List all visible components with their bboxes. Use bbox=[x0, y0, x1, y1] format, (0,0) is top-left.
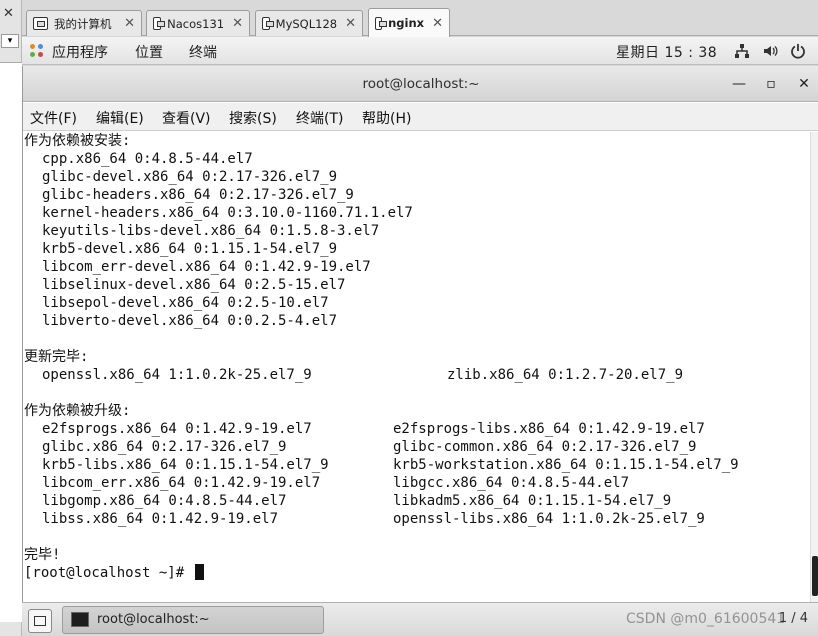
dep-upgraded-header: 作为依赖被升级: bbox=[24, 403, 131, 419]
output-line: cpp.x86_64 0:4.8.5-44.el7 bbox=[42, 151, 253, 167]
volume-icon[interactable] bbox=[762, 43, 778, 59]
vm-icon bbox=[375, 16, 388, 30]
terminal-output[interactable]: 作为依赖被安装: cpp.x86_64 0:4.8.5-44.el7 glibc… bbox=[23, 132, 811, 602]
menu-search[interactable]: 搜索(S) bbox=[229, 108, 277, 128]
vm-icon bbox=[262, 17, 274, 30]
tab-nginx[interactable]: nginx ✕ bbox=[368, 8, 450, 37]
output-line: openssl.x86_64 1:1.0.2k-25.el7_9 bbox=[42, 367, 312, 383]
output-line: glibc-common.x86_64 0:2.17-326.el7_9 bbox=[393, 439, 697, 455]
power-icon[interactable] bbox=[790, 43, 806, 59]
output-line: libverto-devel.x86_64 0:0.2.5-4.el7 bbox=[42, 313, 338, 329]
screen: ✕ ▾ 我的计算机 ✕ Nacos131 ✕ MySQL128 ✕ nginx … bbox=[0, 0, 818, 636]
taskbar-item-label: root@localhost:~ bbox=[97, 612, 210, 627]
host-side-panel bbox=[0, 62, 22, 622]
terminal-icon bbox=[71, 612, 89, 627]
vm-icon bbox=[153, 17, 166, 30]
applications-icon bbox=[30, 44, 44, 58]
output-line: e2fsprogs-libs.x86_64 0:1.42.9-19.el7 bbox=[393, 421, 705, 437]
applications-menu[interactable]: 应用程序 bbox=[52, 42, 108, 62]
window-title: root@localhost:~ bbox=[362, 76, 480, 92]
shell-prompt-line[interactable]: [root@localhost ~]# bbox=[24, 564, 204, 582]
tab-nacos131[interactable]: Nacos131 ✕ bbox=[146, 10, 250, 36]
show-desktop-icon[interactable] bbox=[28, 609, 52, 633]
terminal-scrollbar[interactable] bbox=[810, 132, 818, 602]
tab-mysql128[interactable]: MySQL128 ✕ bbox=[255, 10, 363, 36]
tab-my-computer[interactable]: 我的计算机 ✕ bbox=[26, 10, 142, 36]
menu-view[interactable]: 查看(V) bbox=[162, 108, 211, 128]
host-tab-strip: 我的计算机 ✕ Nacos131 ✕ MySQL128 ✕ nginx ✕ bbox=[22, 0, 818, 37]
gnome-top-bar: 应用程序 位置 终端 星期日 15 : 38 bbox=[22, 37, 818, 65]
computer-icon bbox=[33, 17, 48, 30]
terminal-menubar: 文件(F) 编辑(E) 查看(V) 搜索(S) 终端(T) 帮助(H) bbox=[23, 103, 818, 131]
clock[interactable]: 星期日 15 : 38 bbox=[616, 42, 717, 62]
menu-edit[interactable]: 编辑(E) bbox=[96, 108, 144, 128]
output-line: glibc.x86_64 0:2.17-326.el7_9 bbox=[42, 439, 287, 455]
workspace-pager[interactable]: 1 / 4 bbox=[779, 611, 808, 626]
output-line: krb5-devel.x86_64 0:1.15.1-54.el7_9 bbox=[42, 241, 338, 257]
output-line: libkadm5.x86_64 0:1.15.1-54.el7_9 bbox=[393, 493, 672, 509]
taskbar-terminal-item[interactable]: root@localhost:~ bbox=[62, 606, 324, 634]
watermark: CSDN @m0_61600541 bbox=[626, 611, 786, 627]
output-line: openssl-libs.x86_64 1:1.0.2k-25.el7_9 bbox=[393, 511, 705, 527]
window-titlebar[interactable]: root@localhost:~ — ▫ ✕ bbox=[23, 66, 818, 102]
host-dropdown-arrow-icon[interactable]: ▾ bbox=[1, 34, 19, 48]
output-line: libss.x86_64 0:1.42.9-19.el7 bbox=[42, 511, 279, 527]
tab-close-icon[interactable]: ✕ bbox=[345, 16, 356, 31]
output-line: libgomp.x86_64 0:4.8.5-44.el7 bbox=[42, 493, 287, 509]
close-button[interactable]: ✕ bbox=[793, 73, 815, 95]
output-line: libcom_err.x86_64 0:1.42.9-19.el7 bbox=[42, 475, 321, 491]
dep-installed-header: 作为依赖被安装: bbox=[24, 133, 131, 149]
output-line: krb5-libs.x86_64 0:1.15.1-54.el7_9 bbox=[42, 457, 329, 473]
output-line: libcom_err-devel.x86_64 0:1.42.9-19.el7 bbox=[42, 259, 371, 275]
output-line: zlib.x86_64 0:1.2.7-20.el7_9 bbox=[447, 367, 684, 383]
minimize-button[interactable]: — bbox=[728, 73, 750, 95]
output-line: krb5-workstation.x86_64 0:1.15.1-54.el7_… bbox=[393, 457, 739, 473]
tab-close-icon[interactable]: ✕ bbox=[124, 16, 135, 31]
updated-header: 更新完毕: bbox=[24, 349, 89, 365]
terminal-app-menu[interactable]: 终端 bbox=[189, 42, 217, 62]
menu-file[interactable]: 文件(F) bbox=[30, 108, 77, 128]
host-close-icon[interactable]: ✕ bbox=[3, 6, 14, 21]
bottom-taskbar: root@localhost:~ CSDN @m0_61600541 1 / 4 bbox=[22, 602, 818, 636]
places-menu[interactable]: 位置 bbox=[135, 42, 163, 62]
menu-help[interactable]: 帮助(H) bbox=[362, 108, 411, 128]
maximize-button[interactable]: ▫ bbox=[760, 73, 782, 95]
terminal-window: root@localhost:~ — ▫ ✕ 文件(F) 编辑(E) 查看(V)… bbox=[22, 66, 818, 602]
host-sidebar: ✕ ▾ bbox=[0, 0, 22, 636]
output-line: keyutils-libs-devel.x86_64 0:1.5.8-3.el7 bbox=[42, 223, 380, 239]
output-line: kernel-headers.x86_64 0:3.10.0-1160.71.1… bbox=[42, 205, 413, 221]
output-line: glibc-devel.x86_64 0:2.17-326.el7_9 bbox=[42, 169, 338, 185]
complete-message: 完毕! bbox=[24, 547, 61, 563]
tab-close-icon[interactable]: ✕ bbox=[232, 16, 243, 31]
output-line: libsepol-devel.x86_64 0:2.5-10.el7 bbox=[42, 295, 329, 311]
network-icon[interactable] bbox=[734, 43, 750, 59]
text-cursor bbox=[194, 564, 204, 580]
output-line: libgcc.x86_64 0:4.8.5-44.el7 bbox=[393, 475, 630, 491]
menu-terminal[interactable]: 终端(T) bbox=[296, 108, 343, 128]
tab-close-icon[interactable]: ✕ bbox=[432, 16, 443, 31]
shell-prompt: [root@localhost ~]# bbox=[24, 565, 193, 581]
scrollbar-thumb[interactable] bbox=[812, 556, 818, 596]
output-line: e2fsprogs.x86_64 0:1.42.9-19.el7 bbox=[42, 421, 312, 437]
output-line: glibc-headers.x86_64 0:2.17-326.el7_9 bbox=[42, 187, 354, 203]
output-line: libselinux-devel.x86_64 0:2.5-15.el7 bbox=[42, 277, 346, 293]
